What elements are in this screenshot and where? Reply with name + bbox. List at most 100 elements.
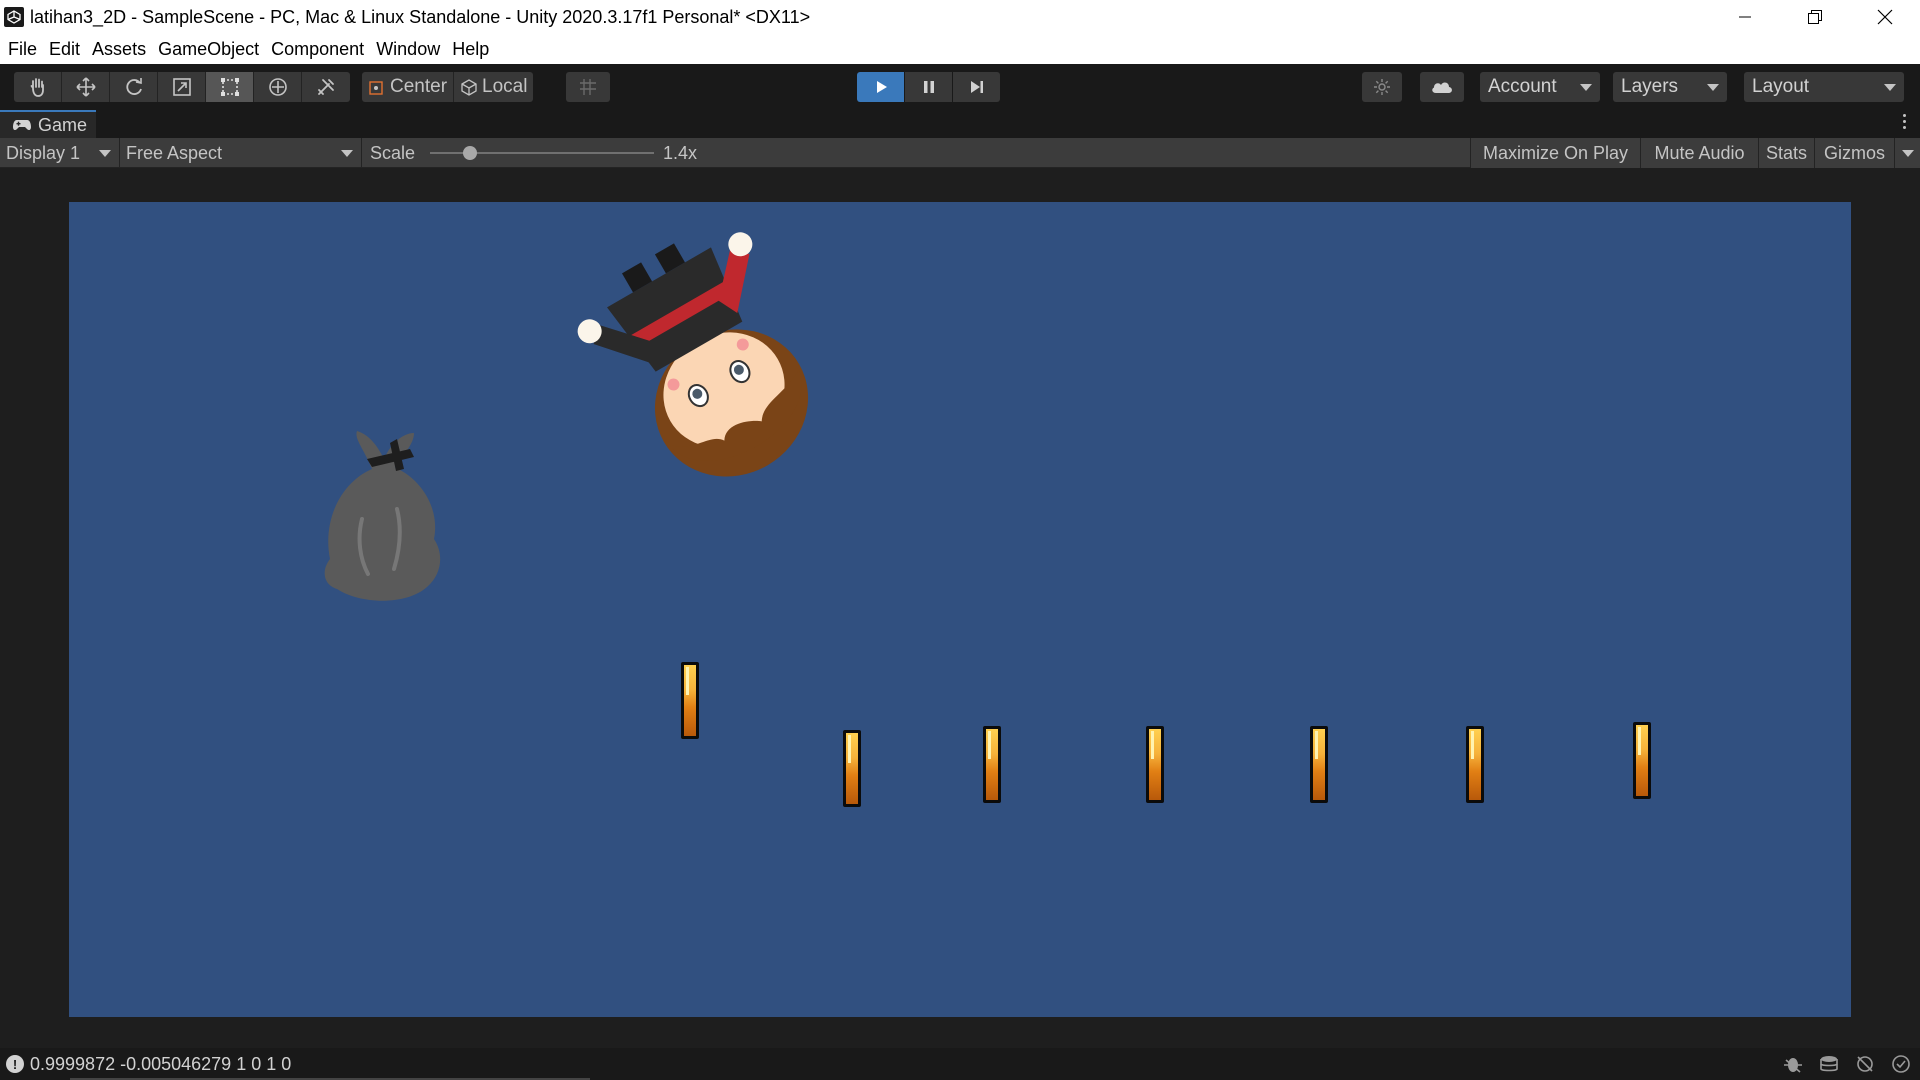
game-viewport bbox=[0, 168, 1920, 1048]
account-dropdown[interactable]: Account bbox=[1480, 72, 1600, 102]
grid-snap-icon bbox=[580, 79, 596, 95]
local-rotation-icon bbox=[461, 79, 477, 96]
gizmos-toggle[interactable]: Gizmos bbox=[1814, 138, 1894, 168]
debug-bug-icon[interactable] bbox=[1782, 1054, 1804, 1074]
cache-server-icon[interactable] bbox=[1818, 1054, 1840, 1074]
menu-assets[interactable]: Assets bbox=[86, 34, 152, 64]
rect-tool-icon bbox=[220, 78, 239, 96]
playmode-controls bbox=[857, 72, 1000, 102]
aspect-dropdown[interactable]: Free Aspect bbox=[120, 138, 362, 168]
display-label: Display 1 bbox=[6, 142, 81, 163]
menu-gameobject[interactable]: GameObject bbox=[152, 34, 265, 64]
rect-tool-button[interactable] bbox=[206, 72, 254, 102]
layers-dropdown[interactable]: Layers bbox=[1613, 72, 1727, 102]
transform-tool-icon bbox=[268, 78, 287, 96]
restore-button[interactable] bbox=[1780, 0, 1850, 34]
play-icon bbox=[876, 81, 887, 93]
mute-audio-label: Mute Audio bbox=[1654, 142, 1745, 163]
game-view-controls: Display 1 Free Aspect Scale 1.4x Maximiz… bbox=[0, 138, 1920, 168]
hand-tool-icon bbox=[30, 78, 44, 97]
pivot-center-toggle[interactable]: Center bbox=[362, 72, 455, 102]
stats-toggle[interactable]: Stats bbox=[1758, 138, 1814, 168]
rotate-tool-button[interactable] bbox=[110, 72, 158, 102]
chevron-down-icon bbox=[1884, 83, 1896, 91]
layers-label: Layers bbox=[1621, 76, 1679, 97]
transform-tool-button[interactable] bbox=[254, 72, 302, 102]
menu-file[interactable]: File bbox=[2, 34, 43, 64]
close-icon bbox=[1877, 9, 1893, 25]
menu-bar: File Edit Assets GameObject Component Wi… bbox=[0, 34, 1920, 64]
layout-dropdown[interactable]: Layout bbox=[1744, 72, 1904, 102]
grid-snap-group bbox=[566, 72, 610, 102]
console-status-bar[interactable]: ! 0.9999872 -0.005046279 1 0 1 0 bbox=[0, 1048, 1920, 1080]
chevron-down-icon bbox=[1580, 83, 1592, 91]
coin bbox=[1633, 722, 1651, 799]
chevron-down-icon bbox=[341, 149, 353, 157]
tab-game[interactable]: Game bbox=[0, 110, 96, 138]
services-button[interactable] bbox=[1362, 72, 1402, 102]
dock-tab-bar: Game bbox=[0, 108, 1920, 138]
layout-label: Layout bbox=[1752, 76, 1810, 97]
scale-value: 1.4x bbox=[663, 142, 698, 163]
display-dropdown[interactable]: Display 1 bbox=[0, 138, 120, 168]
menu-edit[interactable]: Edit bbox=[43, 34, 86, 64]
pivot-local-label: Local bbox=[482, 76, 528, 97]
cloud-icon bbox=[1432, 82, 1452, 93]
network-disabled-icon[interactable] bbox=[1854, 1054, 1876, 1074]
info-icon: ! bbox=[6, 1055, 24, 1073]
window-title: latihan3_2D - SampleScene - PC, Mac & Li… bbox=[30, 6, 811, 27]
move-tool-button[interactable] bbox=[62, 72, 110, 102]
account-label: Account bbox=[1488, 76, 1557, 97]
coin bbox=[843, 730, 861, 807]
scale-slider-handle[interactable] bbox=[463, 146, 478, 160]
mute-audio-toggle[interactable]: Mute Audio bbox=[1640, 138, 1758, 168]
pivot-center-label: Center bbox=[390, 76, 448, 97]
gamepad-icon bbox=[13, 120, 31, 131]
game-render-area[interactable] bbox=[69, 202, 1851, 1017]
pivot-center-icon bbox=[369, 81, 383, 95]
trash-bag bbox=[324, 431, 441, 601]
hand-tool-button[interactable] bbox=[14, 72, 62, 102]
tab-game-label: Game bbox=[38, 114, 88, 135]
step-icon bbox=[970, 81, 983, 93]
check-circle-icon[interactable] bbox=[1890, 1054, 1912, 1074]
move-tool-icon bbox=[75, 77, 96, 97]
coin bbox=[1146, 726, 1164, 803]
window-title-bar: latihan3_2D - SampleScene - PC, Mac & Li… bbox=[0, 0, 1920, 34]
chevron-down-icon bbox=[1901, 149, 1914, 157]
console-last-message: 0.9999872 -0.005046279 1 0 1 0 bbox=[30, 1053, 292, 1074]
step-button[interactable] bbox=[953, 72, 1000, 102]
scale-tool-icon bbox=[172, 78, 191, 96]
coin bbox=[681, 662, 699, 739]
pause-button[interactable] bbox=[905, 72, 952, 102]
coin bbox=[1310, 726, 1328, 803]
maximize-on-play-toggle[interactable]: Maximize On Play bbox=[1470, 138, 1640, 168]
menu-help[interactable]: Help bbox=[446, 34, 495, 64]
main-toolbar: Center Local Account Layers Layout bbox=[0, 64, 1920, 108]
maximize-on-play-label: Maximize On Play bbox=[1482, 142, 1629, 163]
rotate-tool-icon bbox=[125, 78, 142, 95]
stats-label: Stats bbox=[1765, 142, 1808, 163]
coin bbox=[983, 726, 1001, 803]
custom-tool-button[interactable] bbox=[302, 72, 350, 102]
transform-tools bbox=[14, 72, 350, 102]
chevron-down-icon bbox=[1707, 83, 1719, 91]
menu-component[interactable]: Component bbox=[265, 34, 370, 64]
scale-tool-button[interactable] bbox=[158, 72, 206, 102]
grid-snap-button[interactable] bbox=[566, 72, 610, 102]
minimize-button[interactable] bbox=[1710, 0, 1780, 34]
unity-logo-icon bbox=[4, 7, 24, 27]
player-character bbox=[577, 232, 809, 477]
chevron-down-icon bbox=[99, 149, 111, 157]
cloud-button[interactable] bbox=[1420, 72, 1464, 102]
restore-icon bbox=[1808, 10, 1822, 24]
gizmos-label: Gizmos bbox=[1823, 142, 1885, 163]
play-button[interactable] bbox=[857, 72, 904, 102]
aspect-label: Free Aspect bbox=[126, 142, 223, 163]
kebab-menu-icon[interactable] bbox=[1903, 114, 1906, 129]
close-button[interactable] bbox=[1850, 0, 1920, 34]
pivot-local-toggle[interactable]: Local bbox=[454, 72, 533, 102]
gizmos-dropdown[interactable] bbox=[1894, 138, 1920, 168]
scale-label: Scale bbox=[370, 142, 416, 163]
menu-window[interactable]: Window bbox=[370, 34, 446, 64]
